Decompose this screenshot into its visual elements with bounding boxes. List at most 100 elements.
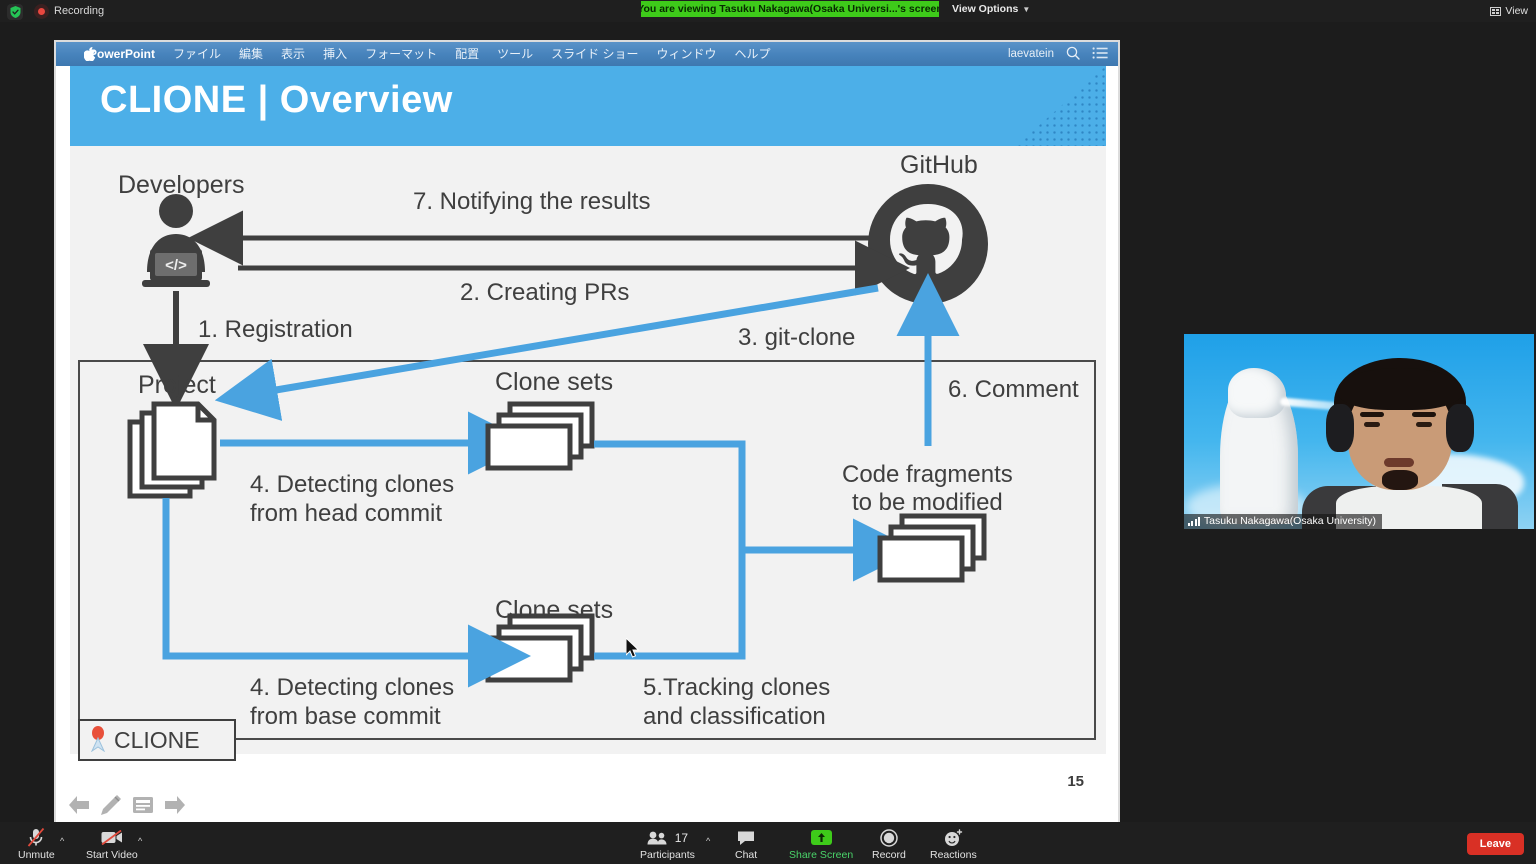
powerpoint-menu-bar: PowerPoint ファイル 編集 表示 挿入 フォーマット 配置 ツール ス… [56,42,1118,66]
camera-off-icon [101,828,123,847]
next-arrow-icon[interactable] [164,794,186,816]
record-button[interactable]: Record [872,828,906,861]
start-video-button[interactable]: Start Video [86,828,138,861]
apple-logo-icon[interactable] [83,46,97,62]
mouse-cursor-icon [625,636,640,663]
grid-view-icon [1490,6,1502,16]
label-step2: 2. Creating PRs [460,279,630,306]
presentation-slide: CLIONE | Overview </> Developers GitHub … [70,66,1106,800]
label-step4-head-line1: 4. Detecting clones [250,471,455,498]
developer-icon: </> [142,194,210,287]
label-code-fragments-line2: to be modified [852,488,1003,516]
headphone-right [1446,404,1474,452]
participants-options-chevron-icon[interactable]: ^ [706,836,710,846]
ppt-menu-arrange[interactable]: 配置 [446,42,488,66]
github-logo-icon [868,184,988,304]
view-options-label: View Options [952,3,1019,15]
label-step4-base-line2: from base commit [250,702,441,730]
record-icon [880,828,898,847]
label-github: GitHub [900,151,978,179]
participants-label: Participants [640,849,695,861]
slide-diagram-area: </> Developers GitHub 7. Notifying the r… [70,146,1106,800]
label-step7: 7. Notifying the results [413,188,651,215]
signal-strength-icon [1188,517,1200,526]
label-project: Project [138,371,216,399]
ppt-menu-format[interactable]: フォーマット [356,42,446,66]
label-step5: 5.Tracking clones and classification [643,674,830,732]
participants-count: 17 [674,830,689,845]
label-clone-sets-top: Clone sets [495,368,614,396]
chat-button[interactable]: Chat [735,828,757,861]
start-video-label: Start Video [86,849,138,861]
ppt-menu-slideshow[interactable]: スライド ショー [542,42,647,66]
chat-label: Chat [735,849,758,861]
ppt-menu-insert[interactable]: 挿入 [314,42,356,66]
participant-name-badge: Tasuku Nakagawa(Osaka University) [1184,514,1383,529]
svg-text:</>: </> [165,257,187,274]
zoom-meeting-window: Recording You are viewing Tasuku Nakagaw… [0,0,1536,864]
reactions-button[interactable]: Reactions [930,828,977,861]
person-figure [1302,358,1518,529]
screen-share-banner: You are viewing Tasuku Nakagawa(Osaka Un… [641,1,939,17]
ppt-menu-edit[interactable]: 編集 [230,42,272,66]
chat-bubble-icon [737,828,755,847]
slide-header-dot-decoration [1016,66,1106,146]
label-step1: 1. Registration [198,316,353,343]
audio-options-chevron-icon[interactable]: ^ [60,836,64,846]
participants-icon: 17 [647,828,688,847]
label-code-fragments: Code fragments to be modified [842,461,1013,516]
slide-title: CLIONE | Overview [100,79,453,121]
ppt-menu-window[interactable]: ウィンドウ [647,42,725,66]
label-step5-line2: and classification [643,702,826,730]
ppt-menu-view[interactable]: 表示 [272,42,314,66]
participant-name-label: Tasuku Nakagawa(Osaka University) [1203,515,1377,527]
share-screen-button[interactable]: Share Screen [789,828,853,861]
notes-icon[interactable] [132,794,154,816]
label-step5-line1: 5.Tracking clones [643,674,831,701]
pen-icon[interactable] [100,794,122,816]
menu-list-icon[interactable] [1092,46,1108,63]
clione-logo-icon [88,724,108,757]
label-developers: Developers [118,171,245,199]
arrow-tracking-top [594,440,916,582]
zoom-control-bar: Unmute ^ Start Video ^ 17 Participants ^… [0,822,1536,864]
headphone-left [1326,404,1354,452]
recording-indicator-icon[interactable] [34,4,49,19]
share-screen-icon [810,828,832,847]
project-documents-icon [127,401,217,499]
label-step4-base-line1: 4. Detecting clones [250,674,455,701]
ppt-menu-help[interactable]: ヘルプ [725,42,779,66]
label-step3: 3. git-clone [738,324,856,351]
slide-page-number: 15 [1067,773,1084,790]
label-clone-sets-bottom: Clone sets [495,596,614,624]
mouth [1384,458,1414,467]
microphone-muted-icon [27,828,45,847]
ppt-menu-tools[interactable]: ツール [488,42,542,66]
label-step4-base: 4. Detecting clones from base commit [250,674,454,732]
slide-navigation-toolbar [68,794,186,816]
unmute-button[interactable]: Unmute [18,828,55,861]
reactions-smiley-icon [944,828,963,847]
recording-label: Recording [54,5,105,17]
leave-button[interactable]: Leave [1466,833,1524,855]
security-shield-icon[interactable] [7,4,23,20]
previous-arrow-icon[interactable] [68,794,90,816]
shared-screen-window: PowerPoint ファイル 編集 表示 挿入 フォーマット 配置 ツール ス… [54,40,1120,824]
ppt-user-name: laevatein [1007,48,1054,60]
view-options-button[interactable]: View Options ▼ [952,1,1030,17]
clione-box-label: CLIONE [114,726,200,753]
eyebrow-right [1412,412,1436,417]
video-options-chevron-icon[interactable]: ^ [138,836,142,846]
code-fragments-icon [877,513,987,583]
chevron-down-icon: ▼ [1022,4,1031,14]
search-icon[interactable] [1066,46,1080,63]
eye-left [1364,422,1380,427]
view-layout-button[interactable]: View [1490,3,1528,19]
participant-video-tile[interactable] [1184,334,1534,529]
arrow-tracking-bottom [594,550,746,660]
unmute-label: Unmute [18,849,55,861]
participants-button[interactable]: 17 Participants [640,828,695,862]
ppt-menu-file[interactable]: ファイル [164,42,230,66]
beard [1382,470,1418,490]
top-status-bar: Recording You are viewing Tasuku Nakagaw… [0,0,1536,22]
